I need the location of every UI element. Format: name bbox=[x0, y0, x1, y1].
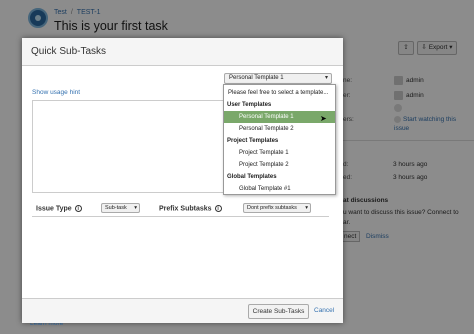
options-row: Issue Type i Sub-task ▾ Prefix Subtasks i … bbox=[32, 201, 329, 217]
dropdown-option[interactable]: Project Template 2 bbox=[224, 159, 335, 171]
quick-subtasks-dialog: Quick Sub-Tasks Show usage hint Personal… bbox=[22, 38, 343, 323]
issue-type-select[interactable]: Sub-task ▾ bbox=[101, 203, 140, 213]
template-dropdown: Please feel free to select a template...… bbox=[223, 84, 336, 195]
dropdown-option[interactable]: Global Template #1 bbox=[224, 183, 335, 195]
prefix-subtasks-label: Prefix Subtasks i bbox=[159, 205, 222, 212]
template-select-value: Personal Template 1 bbox=[229, 75, 284, 81]
dialog-header: Quick Sub-Tasks bbox=[22, 38, 343, 66]
chevron-down-icon: ▾ bbox=[134, 205, 137, 211]
issue-type-value: Sub-task bbox=[105, 205, 127, 211]
dropdown-group-project: Project Templates bbox=[227, 138, 279, 144]
issue-type-label: Issue Type i bbox=[36, 205, 82, 212]
prefix-subtasks-value: Dont prefix subtasks bbox=[247, 205, 297, 211]
show-usage-hint-link[interactable]: Show usage hint bbox=[32, 89, 80, 96]
dialog-footer: Create Sub-Tasks Cancel bbox=[22, 298, 343, 323]
create-subtasks-button[interactable]: Create Sub-Tasks bbox=[248, 304, 309, 319]
prefix-subtasks-select[interactable]: Dont prefix subtasks ▾ bbox=[243, 203, 311, 213]
dropdown-placeholder-option[interactable]: Please feel free to select a template... bbox=[224, 87, 335, 99]
dropdown-option-selected[interactable]: Personal Template 1 ➤ bbox=[224, 111, 335, 123]
dropdown-option[interactable]: Personal Template 2 bbox=[224, 123, 335, 135]
chevron-down-icon: ▾ bbox=[324, 75, 328, 81]
dropdown-option[interactable]: Project Template 1 bbox=[224, 147, 335, 159]
dropdown-group-global: Global Templates bbox=[227, 174, 277, 180]
dropdown-group-user: User Templates bbox=[227, 102, 272, 108]
chevron-down-icon: ▾ bbox=[305, 205, 308, 211]
info-icon[interactable]: i bbox=[74, 205, 82, 212]
prefix-subtasks-label-text: Prefix Subtasks bbox=[159, 205, 212, 213]
info-icon[interactable]: i bbox=[214, 205, 222, 212]
cancel-link[interactable]: Cancel bbox=[314, 307, 334, 314]
dropdown-option-label: Personal Template 1 bbox=[239, 114, 294, 120]
template-select[interactable]: Personal Template 1 ▾ bbox=[224, 73, 332, 84]
dialog-title: Quick Sub-Tasks bbox=[31, 46, 107, 57]
issue-type-label-text: Issue Type bbox=[36, 205, 72, 213]
